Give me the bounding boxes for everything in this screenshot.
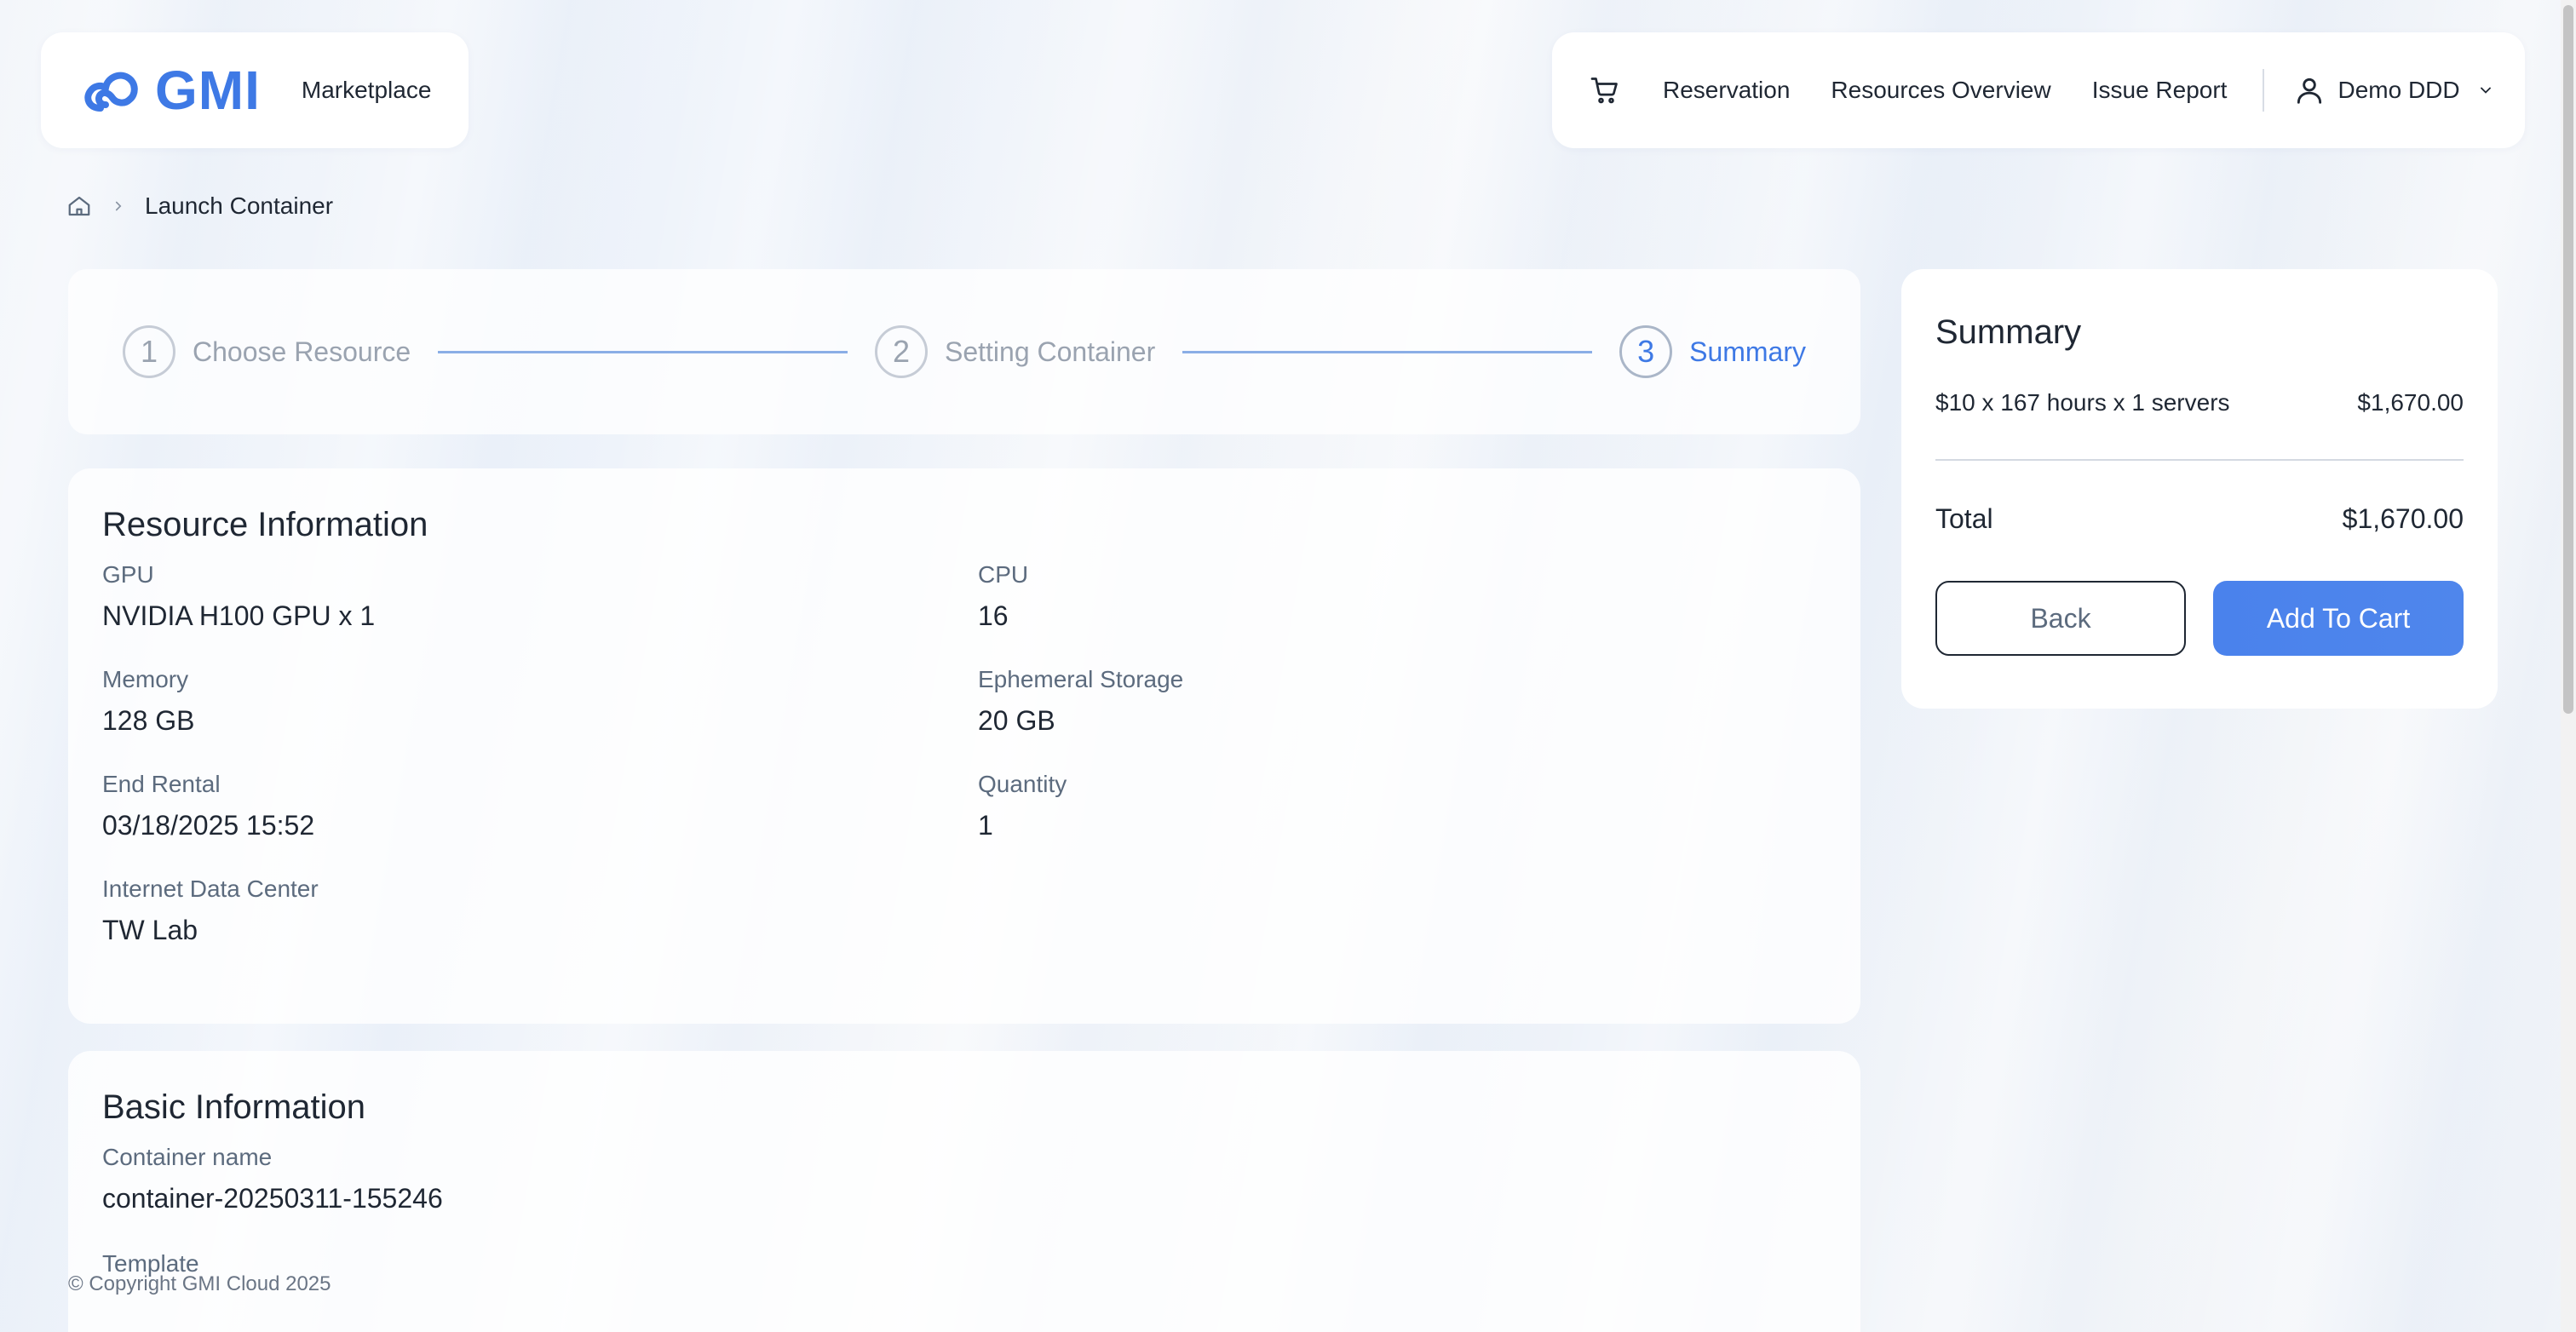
section-title: Resource Information xyxy=(102,506,428,543)
field-value: TW Lab xyxy=(102,915,198,945)
total-label: Total xyxy=(1935,503,1993,534)
marketplace-link[interactable]: Marketplace xyxy=(302,77,432,104)
page-scrollbar[interactable] xyxy=(2561,0,2576,1332)
gmi-logo[interactable]: GMI xyxy=(82,59,261,122)
step-connector xyxy=(1182,350,1593,353)
basic-information-card: Basic Information Container name contain… xyxy=(68,1051,1860,1332)
breadcrumb: Launch Container xyxy=(66,192,333,220)
summary-panel: Summary $10 x 167 hours x 1 servers $1,6… xyxy=(1901,269,2498,709)
total-amount: $1,670.00 xyxy=(2342,503,2464,534)
field-label: Ephemeral Storage xyxy=(978,666,1184,692)
logo-text: GMI xyxy=(155,60,261,121)
nav-resources-overview[interactable]: Resources Overview xyxy=(1831,77,2050,104)
field-label: End Rental xyxy=(102,771,221,797)
step-number: 1 xyxy=(123,325,175,378)
brand-card: GMI Marketplace xyxy=(41,32,469,148)
field-value: container-20250311-155246 xyxy=(102,1183,443,1214)
summary-line-item: $10 x 167 hours x 1 servers $1,670.00 xyxy=(1935,389,2464,416)
summary-divider xyxy=(1935,459,2464,461)
cloud-logo-icon xyxy=(84,72,138,112)
nav-issue-report[interactable]: Issue Report xyxy=(2092,77,2228,104)
resource-information-card: Resource Information GPU NVIDIA H100 GPU… xyxy=(68,468,1860,1024)
section-title: Basic Information xyxy=(102,1088,366,1126)
summary-title: Summary xyxy=(1935,313,2082,351)
field-value: 03/18/2025 15:52 xyxy=(102,810,315,841)
field-ephemeral-storage: Ephemeral Storage 20 GB xyxy=(978,666,1830,737)
field-value: 128 GB xyxy=(102,705,195,736)
step-number: 3 xyxy=(1619,325,1673,378)
field-label: Quantity xyxy=(978,771,1067,797)
field-value: 16 xyxy=(978,600,1009,631)
step-label: Summary xyxy=(1689,336,1806,367)
field-cpu: CPU 16 xyxy=(978,561,1830,632)
line-description: $10 x 167 hours x 1 servers xyxy=(1935,389,2230,416)
breadcrumb-current: Launch Container xyxy=(145,192,334,219)
user-menu[interactable]: Demo DDD xyxy=(2293,74,2493,106)
stepper: 1 Choose Resource 2 Setting Container 3 … xyxy=(68,269,1860,434)
field-label: Container name xyxy=(102,1144,273,1170)
step-connector xyxy=(438,350,848,353)
field-label: GPU xyxy=(102,561,154,588)
scrollbar-thumb[interactable] xyxy=(2563,5,2573,714)
copyright-footer: © Copyright GMI Cloud 2025 xyxy=(68,1272,331,1295)
chevron-down-icon xyxy=(2480,87,2491,94)
field-internet-data-center: Internet Data Center TW Lab xyxy=(102,876,978,946)
field-memory: Memory 128 GB xyxy=(102,666,978,737)
field-container-name: Container name container-20250311-155246 xyxy=(102,1144,1826,1214)
home-icon[interactable] xyxy=(66,193,92,219)
field-end-rental: End Rental 03/18/2025 15:52 xyxy=(102,771,978,841)
nav-divider xyxy=(2263,69,2265,112)
user-name: Demo DDD xyxy=(2337,77,2460,103)
step-label: Choose Resource xyxy=(193,336,411,367)
step-choose-resource[interactable]: 1 Choose Resource xyxy=(123,325,411,378)
field-gpu: GPU NVIDIA H100 GPU x 1 xyxy=(102,561,978,632)
step-number: 2 xyxy=(874,325,928,378)
field-label: Internet Data Center xyxy=(102,876,319,902)
user-icon xyxy=(2297,78,2322,104)
cart-icon[interactable] xyxy=(1590,73,1624,107)
field-value: NVIDIA H100 GPU x 1 xyxy=(102,600,376,631)
nav-reservation[interactable]: Reservation xyxy=(1663,77,1790,104)
step-setting-container[interactable]: 2 Setting Container xyxy=(874,325,1156,378)
line-amount: $1,670.00 xyxy=(2357,389,2464,416)
field-quantity: Quantity 1 xyxy=(978,771,1830,841)
field-value: 1 xyxy=(978,810,993,841)
field-value: 20 GB xyxy=(978,705,1055,736)
chevron-right-icon xyxy=(115,201,122,211)
add-to-cart-button[interactable]: Add To Cart xyxy=(2213,581,2464,656)
back-button[interactable]: Back xyxy=(1935,581,2187,656)
step-summary[interactable]: 3 Summary xyxy=(1619,325,1806,378)
top-nav: Reservation Resources Overview Issue Rep… xyxy=(1552,32,2525,148)
field-label: Memory xyxy=(102,666,189,692)
step-label: Setting Container xyxy=(944,336,1156,367)
field-label: CPU xyxy=(978,561,1029,588)
summary-total: Total $1,670.00 xyxy=(1935,503,2464,535)
field-template-label: Template xyxy=(102,1250,199,1277)
